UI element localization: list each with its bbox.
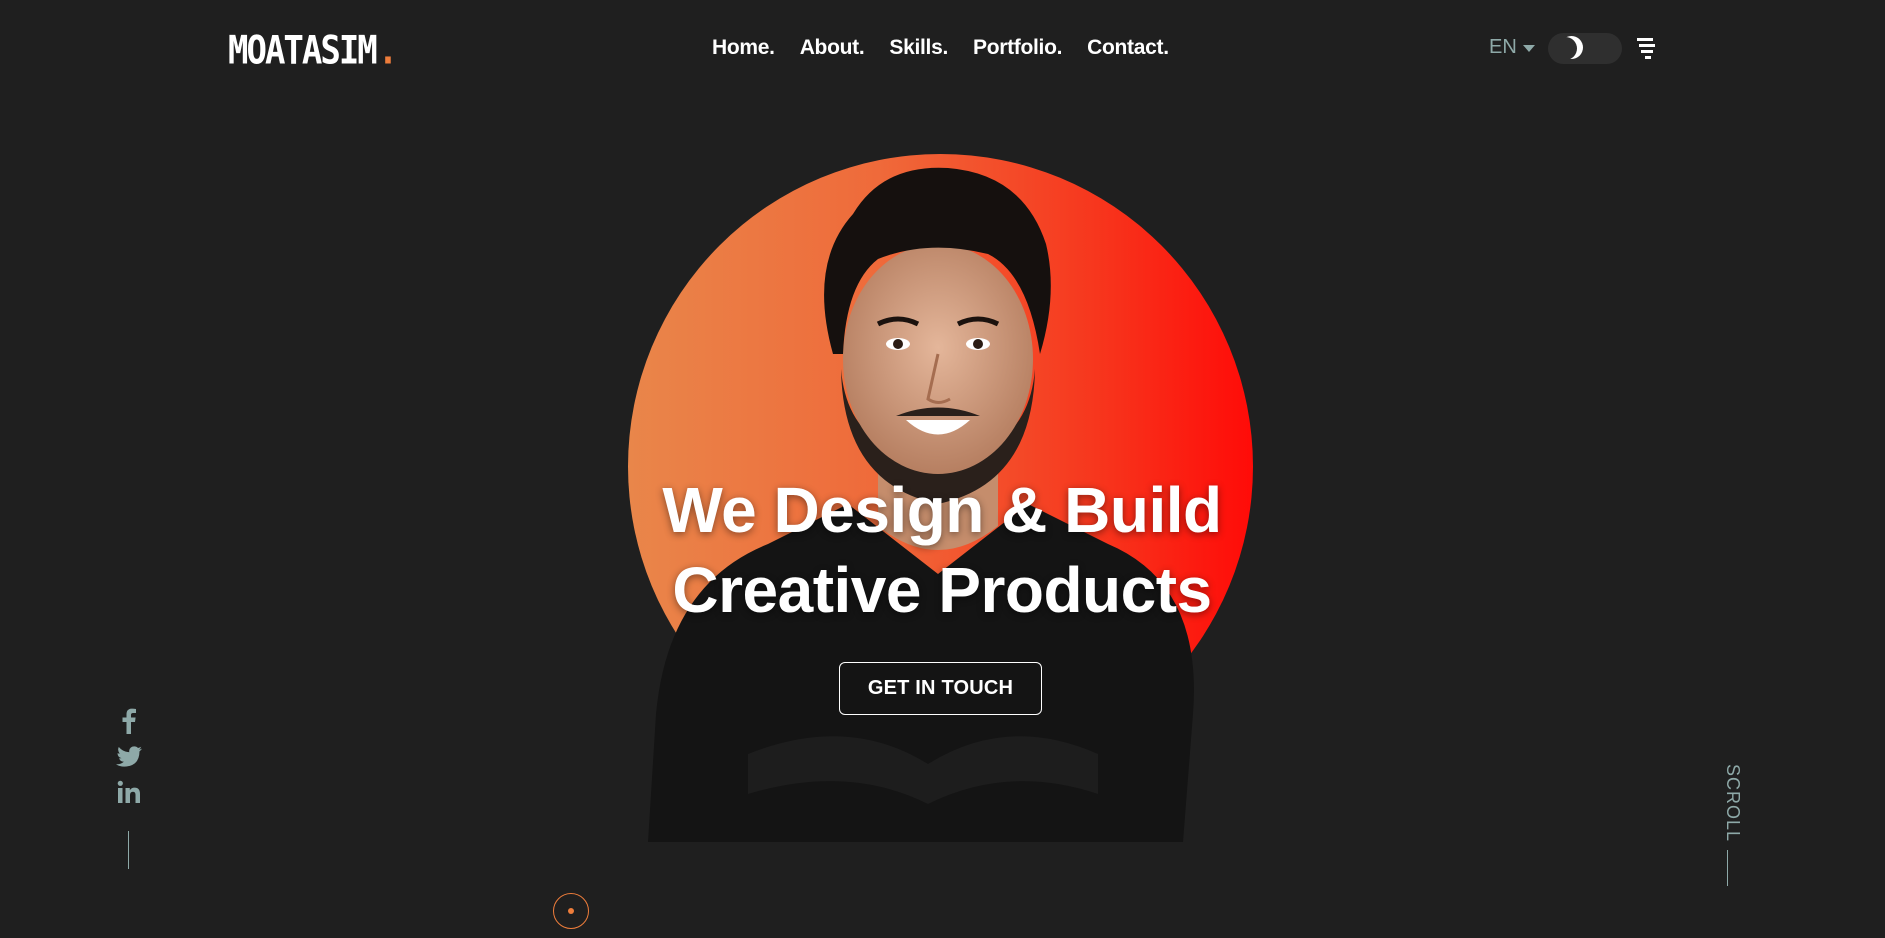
moon-icon bbox=[1554, 37, 1577, 60]
twitter-icon[interactable] bbox=[116, 746, 142, 768]
hero-title-line-1: We Design & Build bbox=[662, 474, 1222, 546]
hero-title-line-2: Creative Products bbox=[672, 554, 1212, 626]
main-nav: Home. About. Skills. Portfolio. Contact. bbox=[712, 36, 1169, 60]
cursor-dot bbox=[568, 908, 574, 914]
scroll-indicator-label: SCROLL bbox=[1723, 764, 1743, 843]
nav-skills[interactable]: Skills. bbox=[889, 36, 948, 60]
language-selector[interactable]: EN bbox=[1489, 36, 1535, 59]
nav-about[interactable]: About. bbox=[800, 36, 865, 60]
nav-portfolio[interactable]: Portfolio. bbox=[973, 36, 1062, 60]
scroll-indicator-line bbox=[1727, 850, 1728, 886]
theme-toggle[interactable] bbox=[1548, 33, 1622, 64]
social-divider-line bbox=[128, 831, 129, 869]
chevron-down-icon bbox=[1522, 45, 1535, 52]
language-label: EN bbox=[1489, 36, 1517, 58]
get-in-touch-button[interactable]: GET IN TOUCH bbox=[839, 662, 1042, 715]
nav-home[interactable]: Home. bbox=[712, 36, 775, 60]
custom-cursor-ring bbox=[553, 893, 589, 929]
linkedin-icon[interactable] bbox=[117, 780, 141, 804]
logo-text: MOATASIM bbox=[228, 28, 378, 75]
facebook-icon[interactable] bbox=[122, 708, 136, 734]
social-links bbox=[114, 708, 144, 804]
hero-title: We Design & Build Creative Products bbox=[542, 470, 1342, 630]
stacked-lines-menu-icon[interactable] bbox=[1637, 38, 1655, 60]
nav-contact[interactable]: Contact. bbox=[1087, 36, 1169, 60]
site-logo[interactable]: MOATASIM. bbox=[228, 23, 399, 75]
logo-dot: . bbox=[377, 28, 399, 75]
